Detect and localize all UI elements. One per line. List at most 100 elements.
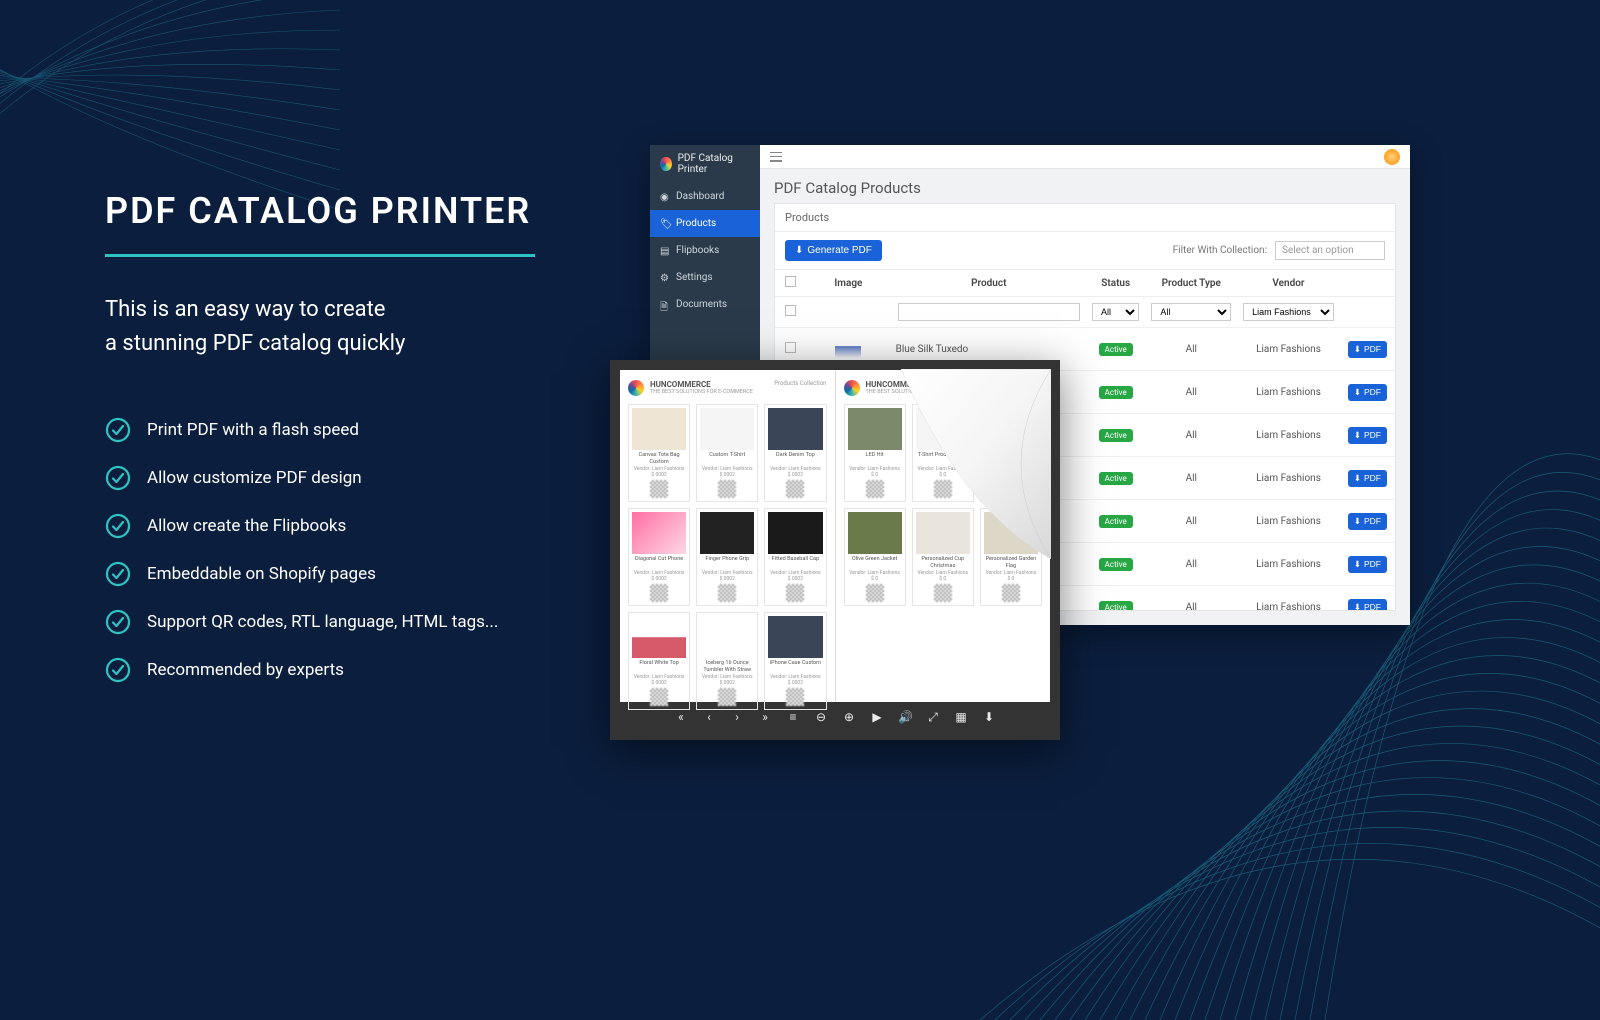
catalog-product-card: Personalized Garden Flag Vendor: Liam Fa… — [980, 508, 1042, 606]
tag-icon: 🏷 — [660, 219, 670, 229]
qr-code-icon — [1002, 480, 1020, 498]
prev-icon[interactable]: ‹ — [702, 710, 716, 724]
qr-code-icon — [718, 688, 736, 706]
product-type: All — [1145, 414, 1237, 457]
product-price: $ 0 — [916, 576, 970, 582]
card-title: Products — [775, 204, 1395, 232]
sidebar-item-settings[interactable]: ⚙Settings — [650, 264, 760, 291]
product-image — [700, 616, 754, 658]
next-icon[interactable]: › — [730, 710, 744, 724]
download-icon: ⬇ — [1354, 602, 1361, 612]
product-type: All — [1145, 543, 1237, 586]
sidebar-item-products[interactable]: 🏷Products — [650, 210, 760, 237]
generate-pdf-button[interactable]: ⬇ Generate PDF — [785, 240, 882, 261]
volume-icon[interactable]: 🔊 — [898, 710, 912, 724]
product-type: All — [1145, 500, 1237, 543]
first-icon[interactable]: « — [674, 710, 688, 724]
feature-item: Allow customize PDF design — [105, 465, 585, 491]
menu-icon[interactable] — [770, 152, 782, 162]
sidebar-item-documents[interactable]: 🗎Documents — [650, 291, 760, 318]
download-icon[interactable]: ⬇ — [982, 710, 996, 724]
flipbook-preview: HUNCOMMERCETHE BEST SOLUTIONS FOR E-COMM… — [610, 360, 1060, 740]
download-icon: ⬇ — [1354, 387, 1361, 398]
product-image — [984, 512, 1038, 554]
product-price: $ 0002 — [768, 576, 822, 582]
toc-icon[interactable]: ≡ — [786, 710, 800, 724]
zoom-out-icon[interactable]: ⊖ — [814, 710, 828, 724]
product-name: Custom T-Shirt — [700, 452, 754, 466]
product-name: Canvas Tote Bag Custom — [632, 452, 686, 466]
feature-text: Print PDF with a flash speed — [147, 420, 359, 440]
file-icon: 🗎 — [660, 300, 670, 310]
sidebar-item-flipbooks[interactable]: ▤Flipbooks — [650, 237, 760, 264]
catalog-product-card: iPhone Case Custom Vendor: Liam Fashions… — [764, 612, 826, 710]
vendor-filter-select[interactable]: Liam Fashions — [1243, 303, 1334, 321]
catalog-product-card: Dark Denim Top Vendor: Liam Fashions $ 0… — [764, 404, 826, 502]
feature-item: Print PDF with a flash speed — [105, 417, 585, 443]
fullscreen-icon[interactable]: ⤢ — [926, 710, 940, 725]
filter-label: Filter With Collection: — [1173, 245, 1267, 256]
row-checkbox[interactable] — [785, 342, 796, 353]
product-image — [700, 512, 754, 554]
qr-code-icon — [934, 480, 952, 498]
product-image — [632, 512, 686, 554]
checkbox[interactable] — [785, 305, 796, 316]
download-icon: ⬇ — [1354, 344, 1361, 355]
row-pdf-button[interactable]: ⬇PDF — [1348, 513, 1387, 530]
feature-text: Allow customize PDF design — [147, 468, 362, 488]
product-type: All — [1145, 586, 1237, 612]
avatar[interactable] — [1384, 149, 1400, 165]
download-icon: ⬇ — [1354, 430, 1361, 441]
zoom-in-icon[interactable]: ⊕ — [842, 710, 856, 724]
product-price: $ 0002 — [700, 680, 754, 686]
sidebar-item-dashboard[interactable]: ◉Dashboard — [650, 183, 760, 210]
qr-code-icon — [786, 688, 804, 706]
feature-item: Support QR codes, RTL language, HTML tag… — [105, 609, 585, 635]
topbar — [760, 145, 1410, 169]
catalog-product-card: Navy Sports Jacket Vendor: Liam Fashions… — [980, 404, 1042, 502]
tagline: This is an easy way to create a stunning… — [105, 293, 585, 361]
select-all-checkbox[interactable] — [785, 276, 796, 287]
last-icon[interactable]: » — [758, 710, 772, 724]
product-image — [768, 512, 822, 554]
status-badge: Active — [1099, 558, 1133, 571]
thumbnails-icon[interactable]: ▦ — [954, 710, 968, 724]
product-price: $ 0 — [848, 576, 902, 582]
row-pdf-button[interactable]: ⬇PDF — [1348, 384, 1387, 401]
product-name: Diagonal Cut Phone — [632, 556, 686, 570]
feature-text: Embeddable on Shopify pages — [147, 564, 376, 584]
product-image — [984, 408, 1038, 450]
type-filter-select[interactable]: All — [1151, 303, 1231, 321]
product-image — [848, 512, 902, 554]
catalog-product-card: Finger Phone Grip Vendor: Liam Fashions … — [696, 508, 758, 606]
row-pdf-button[interactable]: ⬇PDF — [1348, 599, 1387, 612]
row-pdf-button[interactable]: ⬇PDF — [1348, 341, 1387, 358]
catalog-product-card: Floral White Top Vendor: Liam Fashions $… — [628, 612, 690, 710]
vendor-name: Liam Fashions — [1237, 371, 1340, 414]
gauge-icon: ◉ — [660, 192, 670, 202]
play-icon[interactable]: ▶ — [870, 710, 884, 724]
qr-code-icon — [650, 584, 668, 602]
download-icon: ⬇ — [1354, 516, 1361, 527]
check-icon — [105, 417, 131, 443]
product-name: Personalized Cup Christmas — [916, 556, 970, 570]
vendor-name: Liam Fashions — [1237, 414, 1340, 457]
filter-collection-select[interactable]: Select an option — [1275, 241, 1385, 260]
product-price: $ 0002 — [768, 472, 822, 478]
feature-text: Support QR codes, RTL language, HTML tag… — [147, 612, 498, 632]
product-price: $ 0 — [984, 472, 1038, 478]
status-badge: Active — [1099, 429, 1133, 442]
product-price: $ 0002 — [632, 576, 686, 582]
product-price: $ 0 — [916, 472, 970, 478]
vendor-name: Liam Fashions — [1237, 500, 1340, 543]
qr-code-icon — [934, 584, 952, 602]
row-pdf-button[interactable]: ⬇PDF — [1348, 556, 1387, 573]
row-pdf-button[interactable]: ⬇PDF — [1348, 470, 1387, 487]
row-pdf-button[interactable]: ⬇PDF — [1348, 427, 1387, 444]
product-name: T-Shirt Product Back — [916, 452, 970, 466]
status-filter-select[interactable]: All — [1092, 303, 1139, 321]
check-icon — [105, 513, 131, 539]
product-name: Fitted Baseball Cap — [768, 556, 822, 570]
status-badge: Active — [1099, 386, 1133, 399]
product-search-input[interactable] — [898, 303, 1080, 321]
